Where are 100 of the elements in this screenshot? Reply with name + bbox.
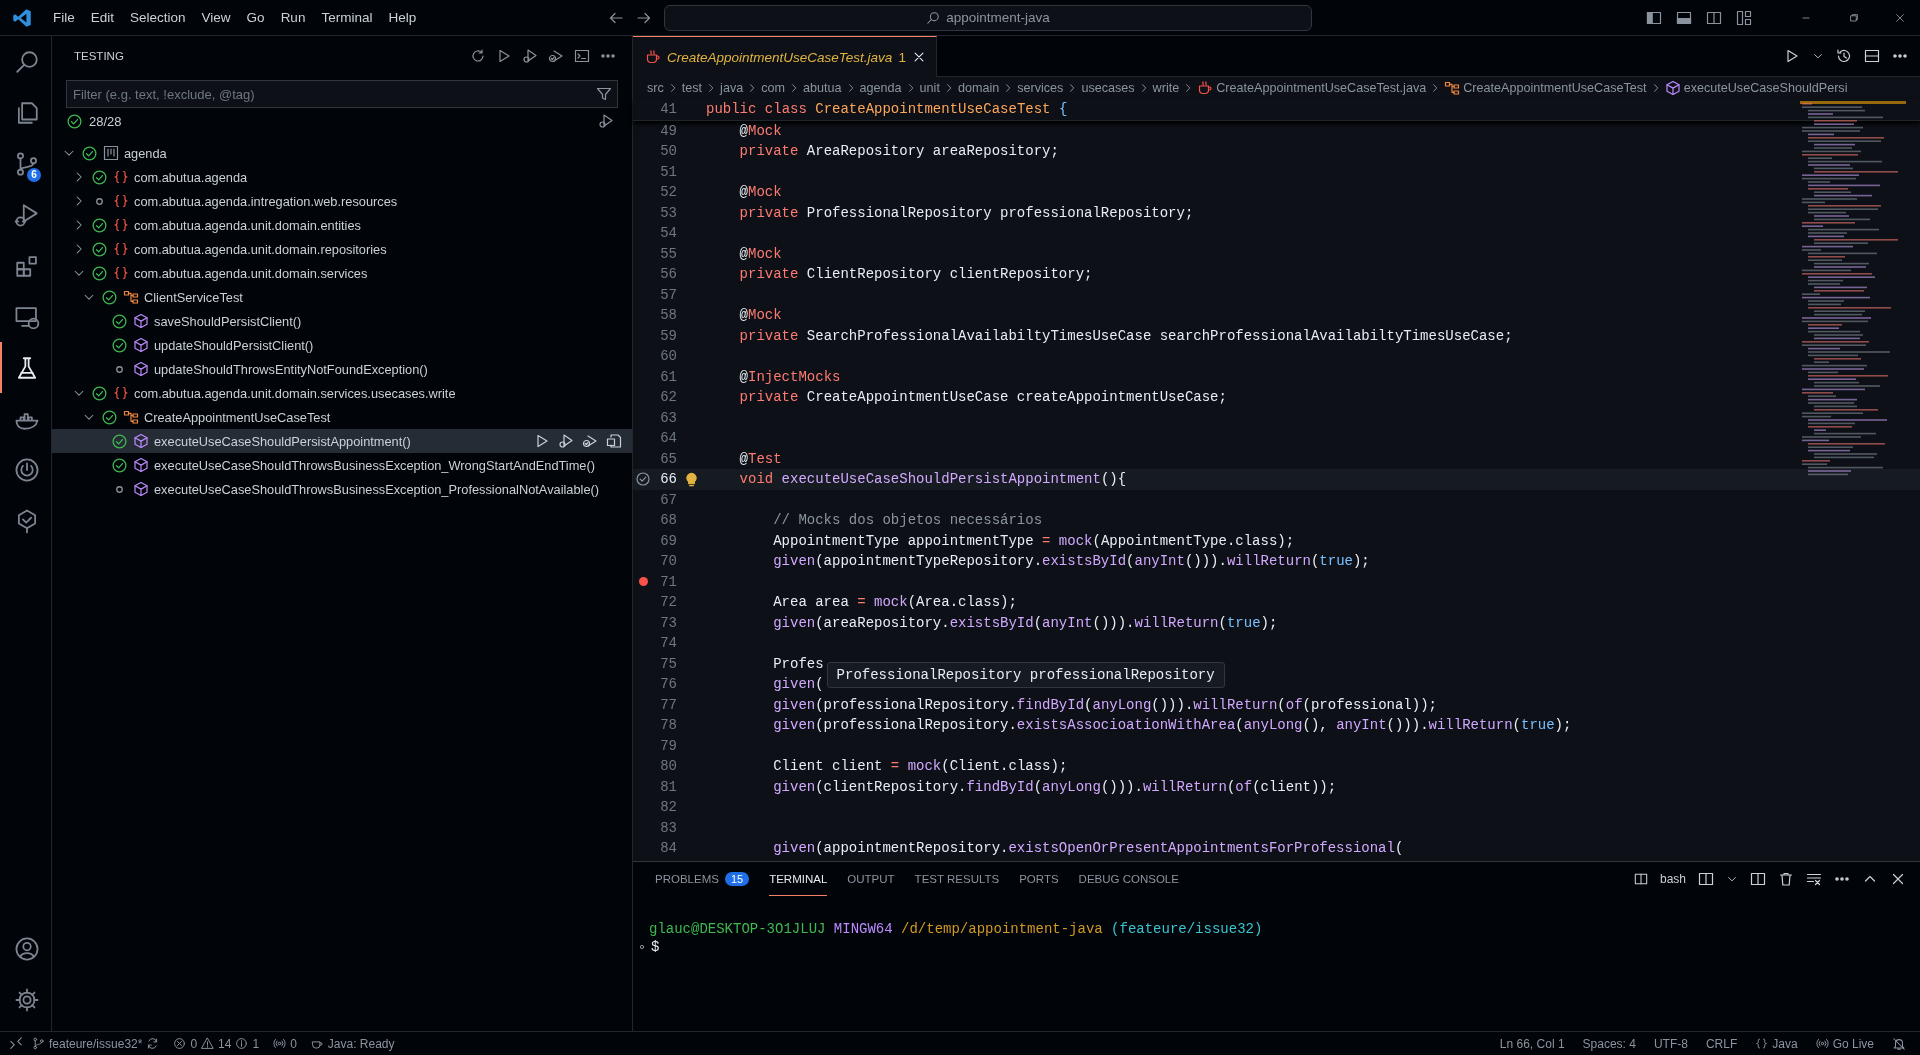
breadcrumb-item[interactable]: unit	[919, 81, 940, 95]
remote-icon[interactable]	[9, 1036, 23, 1051]
new-terminal-icon[interactable]	[1698, 871, 1714, 887]
trash-icon[interactable]	[1778, 871, 1794, 887]
language-mode[interactable]: Java	[1772, 1036, 1798, 1051]
breadcrumb-item[interactable]: services	[1017, 81, 1064, 95]
power-icon[interactable]	[13, 456, 40, 483]
panel-tab[interactable]: PROBLEMS 15	[655, 862, 750, 896]
terminal-icon[interactable]	[574, 48, 590, 64]
warning-count[interactable]: 14	[218, 1036, 232, 1051]
test-tree-item[interactable]: agenda	[52, 141, 632, 165]
run-coverage-icon[interactable]	[582, 433, 598, 449]
breadcrumb-item[interactable]: executeUseCaseShouldPersi	[1683, 81, 1848, 95]
line-number: 62	[659, 389, 677, 406]
test-tree-item[interactable]: executeUseCaseShouldThrowsBusinessException_WrongStartAndEndTime()	[52, 453, 632, 477]
run-coverage-icon[interactable]	[548, 48, 564, 64]
test-tree-item[interactable]: updateShouldThrowsEntityNotFoundException()	[52, 357, 632, 381]
panel-tab[interactable]: TERMINAL	[769, 862, 828, 896]
test-tree-item[interactable]: saveShouldPersistClient()	[52, 309, 632, 333]
run-icon[interactable]	[1784, 48, 1800, 64]
filter-icon[interactable]	[596, 86, 612, 102]
editor-tab[interactable]: CreateAppointmentUseCaseTest.java 1	[633, 36, 937, 77]
breadcrumb-item[interactable]: src	[647, 81, 664, 95]
test-tree-item[interactable]: executeUseCaseShouldThrowsBusinessException_ProfessionalNotAvailable()	[52, 477, 632, 501]
breadcrumb-item[interactable]: java	[720, 81, 744, 95]
test-tree-item[interactable]: com.abutua.agenda	[52, 165, 632, 189]
test-tree-item[interactable]: updateShouldPersistClient()	[52, 333, 632, 357]
info-count[interactable]: 1	[252, 1036, 260, 1051]
go-to-test-icon[interactable]	[606, 433, 622, 449]
breadcrumb-item[interactable]: CreateAppointmentUseCaseTest.java	[1216, 81, 1427, 95]
close-panel-icon[interactable]	[1890, 871, 1906, 887]
panel-tab[interactable]: PORTS	[1019, 862, 1059, 896]
filter-field[interactable]: Filter (e.g. text, !exclude, @tag)	[66, 80, 618, 108]
restore-icon[interactable]	[1848, 11, 1860, 24]
line-number: 74	[659, 635, 677, 652]
panel-tab[interactable]: OUTPUT	[847, 862, 895, 896]
toggle-sidebar-icon[interactable]	[1646, 9, 1662, 26]
line-number: 70	[659, 553, 677, 570]
indentation[interactable]: Spaces: 4	[1582, 1036, 1636, 1051]
notifications-icon[interactable]	[1892, 1036, 1906, 1051]
ports-count[interactable]: 0	[290, 1036, 297, 1051]
debug-test-icon[interactable]	[558, 433, 574, 449]
breadcrumb-item[interactable]: domain	[957, 81, 1000, 95]
toggle-panel-icon[interactable]	[1676, 9, 1692, 26]
breadcrumb-item[interactable]: test	[681, 81, 703, 95]
test-tree-item[interactable]: com.abutua.agenda.unit.domain.services	[52, 261, 632, 285]
breakpoint-icon[interactable]	[638, 577, 648, 587]
menu-item[interactable]: View	[194, 7, 238, 28]
customize-layout-icon[interactable]	[1736, 9, 1752, 26]
menu-item[interactable]: Terminal	[314, 7, 380, 28]
debug-all-icon[interactable]	[522, 48, 538, 64]
run-all-icon[interactable]	[496, 48, 512, 64]
test-tree-item[interactable]: ClientServiceTest	[52, 285, 632, 309]
run-debug-icon[interactable]	[13, 201, 40, 228]
test-tree-item[interactable]: executeUseCaseShouldPersistAppointment()	[52, 429, 632, 453]
panel-tab[interactable]: DEBUG CONSOLE	[1078, 862, 1179, 896]
menu-item[interactable]: File	[46, 7, 82, 28]
braces-icon	[113, 169, 129, 185]
debug-icon[interactable]	[598, 113, 614, 129]
test-tree-item[interactable]: CreateAppointmentUseCaseTest	[52, 405, 632, 429]
line-number: 51	[659, 163, 677, 180]
refresh-icon[interactable]	[470, 48, 486, 64]
panel-tab[interactable]: TEST RESULTS	[914, 862, 1000, 896]
toggle-secondary-sidebar-icon[interactable]	[1706, 9, 1722, 26]
class-icon	[123, 409, 139, 425]
command-center-search[interactable]: appointment-java	[664, 4, 1312, 31]
split-terminal-icon[interactable]	[1750, 871, 1766, 887]
menu-item[interactable]: Run	[273, 7, 313, 28]
cursor-position[interactable]: Ln 66, Col 1	[1499, 1036, 1565, 1051]
settings-icon[interactable]	[13, 986, 40, 1013]
branch-name[interactable]: feateure/issue32*	[49, 1036, 143, 1051]
terminal-name[interactable]: bash	[1659, 872, 1686, 886]
breadcrumb-item[interactable]: write	[1152, 81, 1180, 95]
terminal-input[interactable]: $	[651, 938, 660, 956]
account-icon[interactable]	[13, 935, 40, 962]
menu-item[interactable]: Go	[239, 7, 272, 28]
encoding[interactable]: UTF-8	[1653, 1036, 1688, 1051]
breadcrumb-item[interactable]: agenda	[859, 81, 902, 95]
java-status[interactable]: Java: Ready	[327, 1036, 395, 1051]
test-tree-item[interactable]: com.abutua.agenda.unit.domain.services.usecases.write	[52, 381, 632, 405]
go-live-button[interactable]: Go Live	[1832, 1036, 1874, 1051]
close-icon[interactable]	[1894, 11, 1906, 24]
search-icon[interactable]	[13, 48, 40, 75]
sync-icon[interactable]	[146, 1037, 160, 1050]
line-ending[interactable]: CRLF	[1705, 1036, 1738, 1051]
run-test-icon[interactable]	[534, 433, 550, 449]
test-tree-item[interactable]: com.abutua.agenda.intregation.web.resources	[52, 189, 632, 213]
error-count[interactable]: 0	[190, 1036, 198, 1051]
menu-item[interactable]: Selection	[123, 7, 193, 28]
test-tree-item[interactable]: com.abutua.agenda.unit.domain.entities	[52, 213, 632, 237]
breadcrumb-item[interactable]: com	[761, 81, 785, 95]
breadcrumb-item[interactable]: abutua	[803, 81, 842, 95]
test-tree-item[interactable]: com.abutua.agenda.unit.domain.repositories	[52, 237, 632, 261]
breadcrumb-item[interactable]: CreateAppointmentUseCaseTest	[1463, 81, 1647, 95]
breadcrumb-item[interactable]: usecases	[1081, 81, 1135, 95]
timeline-icon[interactable]	[1836, 48, 1852, 64]
menu-item[interactable]: Edit	[83, 7, 122, 28]
clear-icon[interactable]	[1806, 871, 1822, 887]
split-editor-icon[interactable]	[1864, 48, 1880, 64]
menu-item[interactable]: Help	[381, 7, 424, 28]
